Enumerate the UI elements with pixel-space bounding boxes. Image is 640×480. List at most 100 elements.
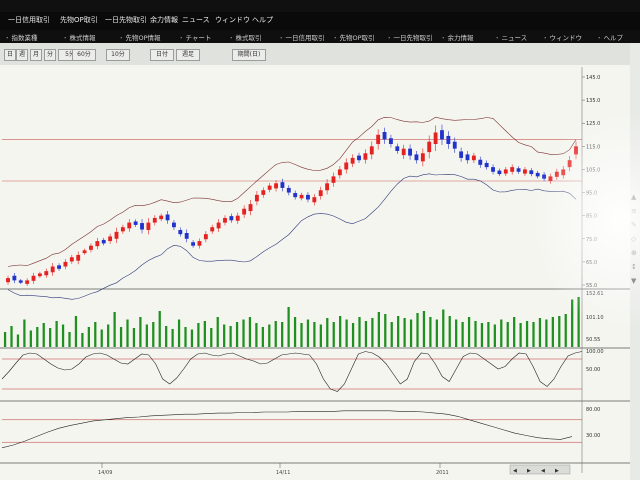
volume-bar: [197, 323, 200, 347]
candle-body: [31, 275, 36, 281]
candle-body: [491, 167, 495, 172]
volume-bar: [442, 309, 445, 347]
candle-body: [114, 231, 119, 239]
volume-bar: [384, 314, 387, 347]
menu-item[interactable]: ウィンドウ: [215, 15, 250, 25]
volume-bar: [203, 321, 206, 347]
volume-bar: [339, 316, 342, 347]
candle-body: [267, 185, 272, 190]
volume-bar: [371, 318, 374, 347]
candle-body: [178, 229, 183, 235]
candle-body: [503, 169, 508, 174]
candle-body: [331, 176, 336, 183]
candle-body: [465, 154, 470, 161]
volume-bar: [216, 317, 219, 347]
menu-item[interactable]: 一日先物取引: [105, 15, 147, 25]
volume-bar: [493, 324, 496, 347]
submenu-item[interactable]: 株式情報: [62, 32, 96, 42]
menu-item[interactable]: 先物OP取引: [60, 15, 98, 25]
volume-bar: [119, 327, 123, 347]
candle-body: [497, 170, 502, 175]
osc2-tick-label: 80.00: [586, 407, 600, 413]
menu-item[interactable]: 一日信用取引: [8, 15, 50, 25]
submenu-item[interactable]: ニュース: [494, 32, 528, 42]
candle-body: [203, 234, 208, 240]
scroll-arrow-icon: ▶: [527, 468, 531, 474]
volume-bar: [100, 329, 103, 347]
candle-body: [140, 223, 144, 230]
submenu-item[interactable]: 先物OP取引: [332, 32, 375, 42]
submenu-item[interactable]: 先物OP情報: [118, 32, 161, 42]
volume-bar: [467, 317, 471, 347]
candle-body: [69, 257, 74, 262]
candle-body: [510, 167, 515, 172]
submenu-item[interactable]: 指数業種: [4, 32, 38, 42]
scroll-arrow-icon: ▶: [555, 468, 559, 474]
submenu-item[interactable]: 株式取引: [228, 32, 262, 42]
candle-body: [357, 155, 361, 161]
candle-body: [235, 215, 240, 221]
volume-bar: [113, 312, 116, 347]
candle-body: [57, 265, 61, 269]
candle-body: [165, 214, 170, 221]
volume-bar: [332, 322, 335, 347]
candle-body: [18, 280, 23, 283]
menu-item[interactable]: 余力情報: [150, 15, 178, 25]
candle-body: [152, 217, 157, 223]
candle-body: [420, 153, 425, 162]
volume-bar: [223, 324, 226, 347]
submenu-item[interactable]: ヘルプ: [596, 32, 624, 42]
candle-body: [37, 273, 42, 277]
menu-item[interactable]: ヘルプ: [252, 15, 273, 25]
candle-body: [223, 217, 227, 223]
candle-body: [376, 134, 381, 145]
candle-body: [254, 194, 259, 202]
submenu-item[interactable]: 一日先物取引: [386, 32, 433, 42]
candle-body: [101, 239, 106, 244]
volume-bar: [268, 324, 271, 347]
volume-bar: [416, 313, 419, 347]
volume-bar: [487, 322, 490, 347]
volume-bar: [513, 317, 516, 347]
candle-body: [433, 132, 438, 145]
volume-bar: [229, 326, 232, 347]
volume-bar: [3, 332, 7, 347]
menu-item[interactable]: ニュース: [182, 15, 210, 25]
volume-bar: [313, 322, 316, 347]
candle-body: [344, 162, 349, 170]
volume-bar: [152, 322, 155, 347]
volume-bar: [132, 328, 136, 347]
volume-bar: [480, 323, 484, 347]
volume-bar: [74, 316, 78, 347]
submenu-item[interactable]: 余力情報: [440, 32, 474, 42]
scroll-controls: [509, 464, 571, 475]
candle-body: [388, 138, 393, 145]
volume-bar: [190, 329, 194, 347]
volume-bar: [177, 319, 181, 347]
candle-body: [133, 221, 138, 225]
volume-bar: [10, 326, 13, 347]
submenu-item[interactable]: 一日信用取引: [278, 32, 325, 42]
submenu-item[interactable]: チャート: [178, 32, 212, 42]
candle-body: [286, 187, 291, 193]
candle-body: [452, 141, 457, 149]
volume-bar: [351, 323, 355, 347]
candle-body: [159, 215, 164, 220]
candle-body: [210, 227, 215, 232]
volume-bar: [210, 328, 213, 347]
volume-bar: [558, 316, 561, 347]
submenu-item[interactable]: ウィンドウ: [542, 32, 583, 42]
candle-body: [127, 222, 132, 229]
candle-body: [229, 216, 234, 221]
price-tick-label: 135.0: [586, 98, 600, 104]
volume-bar: [306, 319, 310, 347]
candle-body: [25, 280, 30, 284]
volume-bar: [397, 316, 400, 347]
candle-body: [50, 266, 55, 273]
volume-bar: [158, 311, 161, 347]
volume-bar: [235, 322, 239, 347]
candle-body: [414, 154, 419, 161]
volume-bar: [29, 330, 32, 347]
candle-body: [63, 261, 68, 267]
candle-body: [395, 146, 400, 151]
